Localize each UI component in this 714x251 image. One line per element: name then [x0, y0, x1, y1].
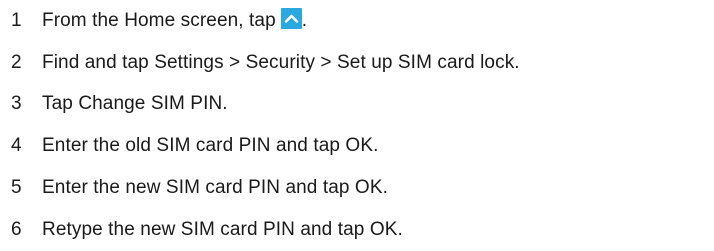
step-item-5: 5 Enter the new SIM card PIN and tap OK.	[0, 167, 714, 209]
step-text: Retype the new SIM card PIN and tap OK.	[42, 218, 403, 240]
instruction-steps: 1 From the Home screen, tap. 2 Find and …	[0, 0, 714, 251]
step-item-6: 6 Retype the new SIM card PIN and tap OK…	[0, 209, 714, 251]
step-item-1: 1 From the Home screen, tap.	[0, 0, 714, 42]
step-text: Enter the new SIM card PIN and tap OK.	[42, 177, 388, 199]
chevron-up-icon	[280, 8, 302, 30]
step-number: 3	[11, 93, 22, 115]
step-item-2: 2 Find and tap Settings > Security > Set…	[0, 42, 714, 84]
step-number: 6	[11, 218, 22, 240]
step-text-after-icon: .	[301, 9, 308, 31]
step-text: From the Home screen, tap.	[42, 8, 308, 32]
step-text-before-icon: From the Home screen, tap	[42, 9, 276, 31]
step-item-3: 3 Tap Change SIM PIN.	[0, 84, 714, 126]
step-number: 5	[11, 177, 22, 199]
step-number: 2	[11, 51, 22, 73]
step-text: Tap Change SIM PIN.	[42, 93, 228, 115]
step-number: 4	[11, 135, 22, 157]
step-item-4: 4 Enter the old SIM card PIN and tap OK.	[0, 125, 714, 167]
step-text: Enter the old SIM card PIN and tap OK.	[42, 135, 379, 157]
step-text: Find and tap Settings > Security > Set u…	[42, 51, 520, 73]
step-number: 1	[11, 9, 22, 31]
